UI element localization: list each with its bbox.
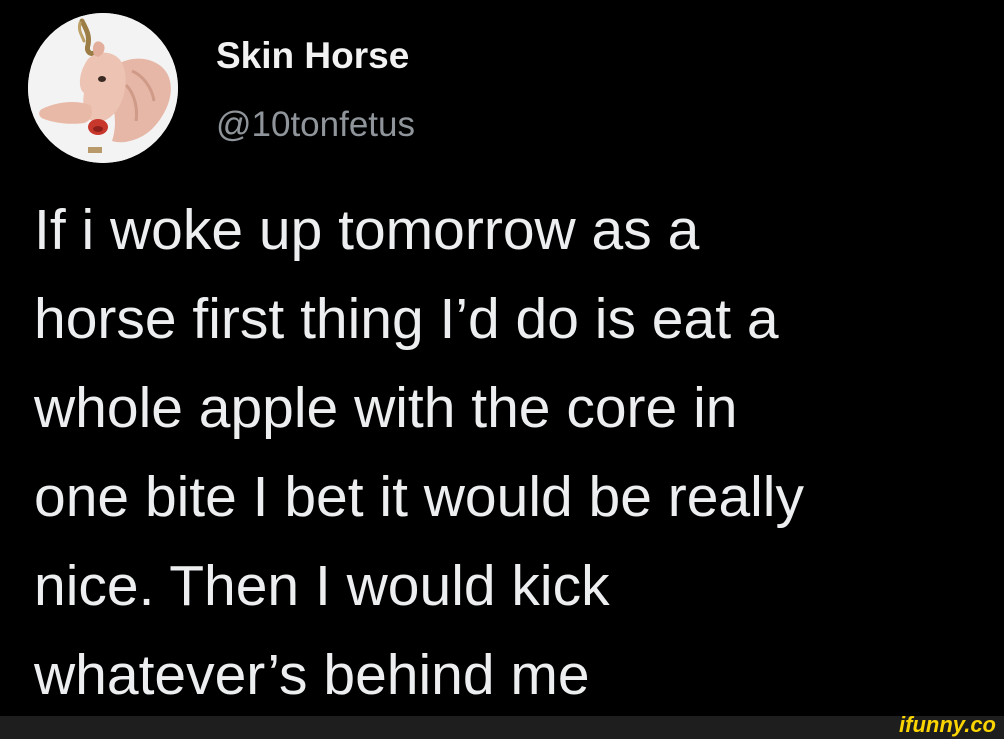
tweet-text-line: whatever’s behind me: [34, 643, 590, 707]
watermark-bar: ifunny.co: [0, 712, 1004, 739]
avatar[interactable]: [28, 13, 178, 163]
tweet-card: Skin Horse @10tonfetus If i woke up tomo…: [0, 0, 1004, 716]
hairless-creature-avatar-icon: [28, 13, 178, 163]
tweet-text-line: horse first thing I’d do is eat a: [34, 287, 779, 351]
tweet-text-line: If i woke up tomorrow as a: [34, 198, 700, 262]
tweet-text-line: whole apple with the core in: [34, 376, 738, 440]
user-handle[interactable]: @10tonfetus: [216, 105, 415, 145]
ifunny-watermark: ifunny.co: [899, 712, 996, 737]
tweet-text: If i woke up tomorrow as a horse first t…: [34, 186, 994, 720]
tweet-text-line: one bite I bet it would be really: [34, 465, 804, 529]
tweet-text-line: nice. Then I would kick: [34, 554, 610, 618]
display-name[interactable]: Skin Horse: [216, 35, 409, 77]
